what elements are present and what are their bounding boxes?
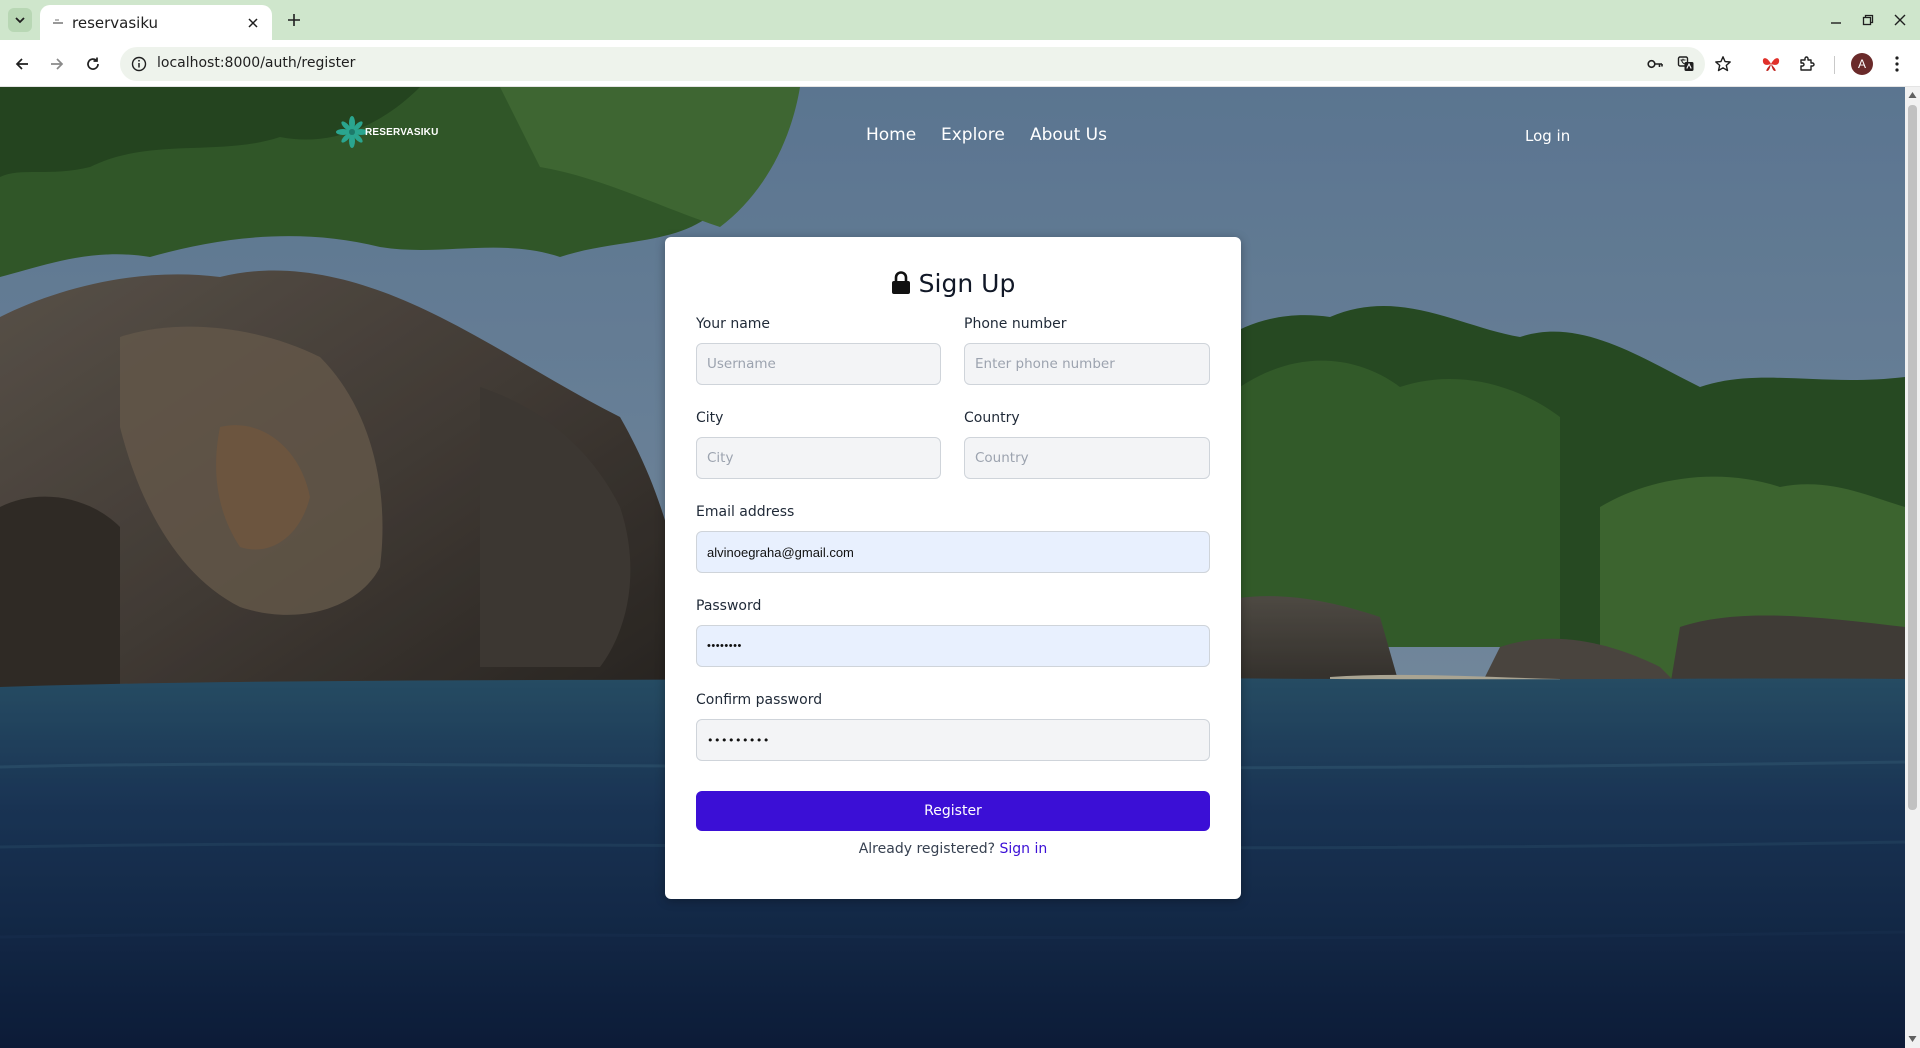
forward-icon <box>51 58 64 70</box>
close-window-button[interactable] <box>1890 10 1910 30</box>
url-text[interactable]: localhost:8000/auth/register <box>157 55 355 71</box>
scroll-up-arrow-icon[interactable] <box>1908 91 1917 99</box>
close-icon <box>1894 14 1906 26</box>
globe-icon <box>53 19 63 24</box>
nav-link-about[interactable]: About Us <box>1030 125 1107 145</box>
minimize-button[interactable] <box>1826 10 1846 30</box>
phone-input[interactable]: Enter phone number <box>964 343 1210 385</box>
lock-icon <box>891 271 910 294</box>
close-tab-icon[interactable] <box>244 14 262 32</box>
key-icon[interactable] <box>1645 54 1665 74</box>
already-registered-text: Already registered? Sign in <box>665 841 1241 857</box>
profile-avatar[interactable]: A <box>1851 53 1873 75</box>
country-label: Country <box>964 410 1020 426</box>
bookmark-star-button[interactable] <box>1712 53 1734 75</box>
back-button[interactable] <box>9 51 35 77</box>
register-button[interactable]: Register <box>696 791 1210 831</box>
page-scrollbar[interactable] <box>1905 87 1920 1048</box>
address-bar[interactable]: localhost:8000/auth/register <box>120 47 1705 81</box>
page-viewport: RESERVASIKU Home Explore About Us Log in… <box>0 87 1905 1048</box>
logo-text: RESERVASIKU <box>365 126 439 138</box>
logo-flower-icon <box>336 116 368 148</box>
already-registered-label: Already registered? <box>858 841 996 857</box>
tab-search-button[interactable] <box>8 8 32 32</box>
password-input[interactable]: •••••••• <box>696 625 1210 667</box>
card-title: Sign Up <box>918 269 1016 298</box>
extensions-icon <box>1800 56 1815 71</box>
browser-toolbar: localhost:8000/auth/register A <box>0 40 1920 87</box>
signup-card: Sign Up Your name Username Phone number … <box>665 237 1241 899</box>
city-label: City <box>696 410 724 426</box>
info-icon[interactable] <box>130 55 148 73</box>
scrollbar-thumb[interactable] <box>1908 105 1917 810</box>
extension-butterfly-button[interactable] <box>1760 53 1782 75</box>
email-input[interactable]: alvinoegraha@gmail.com <box>696 531 1210 573</box>
browser-menu-button[interactable] <box>1886 53 1908 75</box>
email-label: Email address <box>696 504 795 520</box>
back-icon <box>15 58 28 70</box>
restore-icon <box>1862 14 1874 26</box>
browser-tab[interactable]: reservasiku <box>40 5 272 40</box>
password-label: Password <box>696 598 762 614</box>
menu-icon <box>1895 56 1899 72</box>
login-link[interactable]: Log in <box>1525 127 1570 145</box>
city-input[interactable]: City <box>696 437 941 479</box>
extensions-button[interactable] <box>1796 53 1818 75</box>
scroll-down-arrow-icon[interactable] <box>1908 1035 1917 1043</box>
reload-button[interactable] <box>80 51 106 77</box>
minimize-icon <box>1831 22 1841 24</box>
phone-label: Phone number <box>964 316 1067 332</box>
name-label: Your name <box>696 316 771 332</box>
browser-tab-bar: reservasiku <box>0 0 1920 40</box>
name-input[interactable]: Username <box>696 343 941 385</box>
restore-button[interactable] <box>1858 10 1878 30</box>
confirm-password-input[interactable]: ••••••••• <box>696 719 1210 761</box>
site-logo[interactable]: RESERVASIKU <box>335 115 439 149</box>
chevron-down-icon <box>15 17 25 24</box>
forward-button[interactable] <box>44 51 70 77</box>
nav-link-home[interactable]: Home <box>866 125 916 145</box>
toolbar-separator <box>1834 56 1835 74</box>
nav-link-explore[interactable]: Explore <box>941 125 1005 145</box>
confirm-password-label: Confirm password <box>696 692 823 708</box>
translate-icon[interactable] <box>1676 54 1696 74</box>
card-heading: Sign Up <box>665 269 1241 298</box>
country-input[interactable]: Country <box>964 437 1210 479</box>
butterfly-icon <box>1762 58 1780 71</box>
plus-icon <box>288 14 300 26</box>
tab-title: reservasiku <box>72 14 159 32</box>
new-tab-button[interactable] <box>282 8 306 32</box>
sign-in-link[interactable]: Sign in <box>1000 841 1048 857</box>
star-icon <box>1715 56 1731 72</box>
reload-icon <box>87 57 99 70</box>
